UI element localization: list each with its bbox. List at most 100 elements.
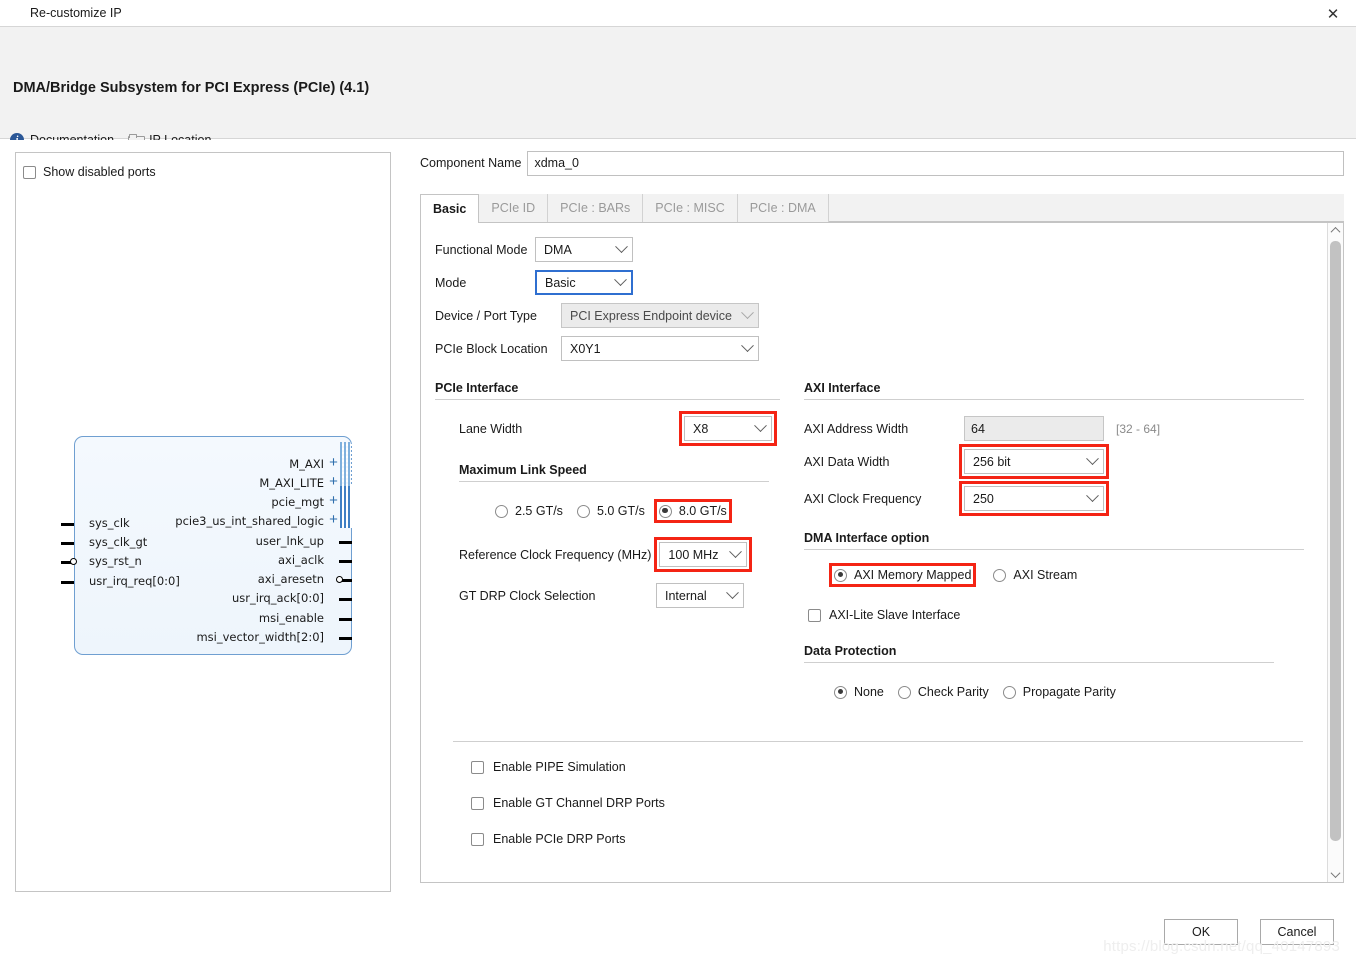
close-icon[interactable]: ✕ bbox=[1310, 0, 1356, 27]
port-label-usr-irq-req: usr_irq_req[0:0] bbox=[89, 574, 180, 588]
gt-drp-clock-label: GT DRP Clock Selection bbox=[459, 588, 596, 603]
radio-mark bbox=[993, 568, 1007, 582]
port-label-sys-clk: sys_clk bbox=[89, 516, 130, 530]
link-speed-option-8g0[interactable]: 8.0 GT/s bbox=[658, 504, 727, 518]
dialog-content: Show disabled ports sys_clk sys_clk_gt s… bbox=[0, 140, 1356, 965]
show-disabled-ports-checkbox[interactable]: Show disabled ports bbox=[23, 165, 156, 179]
show-disabled-ports-label: Show disabled ports bbox=[43, 165, 156, 179]
max-link-speed-section: Maximum Link Speed bbox=[459, 463, 769, 482]
axi-clock-freq-row: AXI Clock Frequency 250 bbox=[804, 481, 1304, 516]
window-title: Re-customize IP bbox=[30, 6, 122, 20]
tab-pcie-dma[interactable]: PCIe : DMA bbox=[737, 194, 829, 222]
link-speed-label-5g0: 5.0 GT/s bbox=[596, 504, 645, 518]
pcie-block-location-row: PCIe Block Location X0Y1 bbox=[435, 332, 1313, 365]
port-stub-usr-irq-req bbox=[61, 581, 74, 584]
pcie-interface-section: PCIe Interface Lane Width X8 Maximum Lin… bbox=[435, 381, 780, 699]
port-label-sys-clk-gt: sys_clk_gt bbox=[89, 535, 148, 549]
checkbox-box bbox=[23, 165, 36, 179]
chevron-down-icon bbox=[615, 240, 628, 254]
tab-bar: Basic PCIe ID PCIe : BARs PCIe : MISC PC… bbox=[420, 194, 1344, 223]
expand-plus-icon-shared-logic[interactable]: + bbox=[328, 512, 339, 527]
axi-address-width-label: AXI Address Width bbox=[804, 421, 909, 436]
mode-label: Mode bbox=[435, 275, 467, 290]
axi-address-width-input: 64 bbox=[964, 416, 1104, 441]
component-name-row: Component Name bbox=[420, 150, 1344, 176]
chevron-down-icon bbox=[614, 273, 627, 287]
axi-clock-freq-select[interactable]: 250 bbox=[964, 486, 1104, 511]
expand-plus-icon-m-axi[interactable]: + bbox=[328, 455, 339, 470]
axi-clock-freq-value: 250 bbox=[973, 491, 994, 506]
section-divider bbox=[804, 549, 1304, 550]
scroll-up-arrow-icon[interactable] bbox=[1328, 223, 1343, 238]
gt-drp-clock-value: Internal bbox=[665, 588, 707, 603]
functional-mode-select[interactable]: DMA bbox=[535, 237, 633, 262]
ref-clock-freq-label: Reference Clock Frequency (MHz) bbox=[459, 547, 652, 562]
axi-data-width-select[interactable]: 256 bit bbox=[964, 449, 1104, 474]
pcie-block-location-select[interactable]: X0Y1 bbox=[561, 336, 759, 361]
dma-interface-option-section: DMA Interface option bbox=[804, 531, 1304, 550]
scroll-down-arrow-icon[interactable] bbox=[1328, 867, 1343, 882]
axi-memory-mapped-highlight: AXI Memory Mapped bbox=[828, 563, 977, 587]
port-stub-sys-clk bbox=[61, 523, 74, 526]
checkbox-box bbox=[471, 832, 484, 846]
pcie-block-location-value: X0Y1 bbox=[570, 341, 601, 356]
gt-drp-clock-select[interactable]: Internal bbox=[656, 583, 744, 608]
axi-lite-slave-checkbox[interactable]: AXI-Lite Slave Interface bbox=[808, 608, 1304, 622]
tab-filler bbox=[828, 194, 1344, 222]
page-title: DMA/Bridge Subsystem for PCI Express (PC… bbox=[13, 80, 370, 96]
radio-mark bbox=[576, 504, 590, 518]
dma-interface-option-title: DMA Interface option bbox=[804, 531, 930, 545]
device-port-type-row: Device / Port Type PCI Express Endpoint … bbox=[435, 299, 1313, 332]
link-speed-label-8g0: 8.0 GT/s bbox=[678, 504, 727, 518]
tab-pcie-misc[interactable]: PCIe : MISC bbox=[643, 194, 738, 222]
expand-plus-icon-pcie-mgt[interactable]: + bbox=[328, 493, 339, 508]
component-name-input[interactable] bbox=[527, 150, 1344, 176]
mode-select[interactable]: Basic bbox=[535, 270, 633, 295]
axi-clock-freq-highlight: 250 bbox=[959, 481, 1109, 516]
data-protection-option-check-parity[interactable]: Check Parity bbox=[897, 685, 989, 699]
enable-gt-channel-drp-ports-checkbox[interactable]: Enable GT Channel DRP Ports bbox=[471, 796, 1303, 810]
device-port-type-select: PCI Express Endpoint device bbox=[561, 303, 759, 328]
expand-plus-icon-m-axi-lite[interactable]: + bbox=[328, 474, 339, 489]
vertical-scrollbar[interactable] bbox=[1327, 223, 1343, 882]
data-protection-label-propagate-parity: Propagate Parity bbox=[1022, 685, 1116, 699]
axi-address-width-range-hint: [32 - 64] bbox=[1116, 421, 1161, 436]
chevron-down-icon bbox=[726, 586, 739, 600]
dma-option-axi-stream[interactable]: AXI Stream bbox=[993, 568, 1077, 582]
chevron-down-icon bbox=[754, 419, 767, 433]
axi-lite-slave-label: AXI-Lite Slave Interface bbox=[829, 608, 961, 622]
functional-mode-label: Functional Mode bbox=[435, 242, 528, 257]
enable-pcie-drp-ports-checkbox[interactable]: Enable PCIe DRP Ports bbox=[471, 832, 1303, 846]
tab-pcie-id[interactable]: PCIe ID bbox=[479, 194, 549, 222]
port-label-msi-enable: msi_enable bbox=[258, 611, 324, 625]
port-label-user-lnk-up: user_lnk_up bbox=[255, 534, 324, 548]
enable-pipe-simulation-label: Enable PIPE Simulation bbox=[493, 760, 626, 774]
radio-mark-selected bbox=[834, 568, 847, 582]
link-speed-option-5g0[interactable]: 5.0 GT/s bbox=[576, 504, 645, 518]
enable-pipe-simulation-checkbox[interactable]: Enable PIPE Simulation bbox=[471, 760, 1303, 774]
basic-tab-panel: Functional Mode DMA Mode Basic Device / … bbox=[420, 223, 1344, 883]
link-speed-option-2g5[interactable]: 2.5 GT/s bbox=[495, 504, 563, 518]
lane-width-select[interactable]: X8 bbox=[684, 416, 772, 441]
port-label-msi-vector-width: msi_vector_width[2:0] bbox=[196, 630, 324, 644]
tab-pcie-bars[interactable]: PCIe : BARs bbox=[548, 194, 644, 222]
mode-row: Mode Basic bbox=[435, 266, 1313, 299]
data-protection-label-check-parity: Check Parity bbox=[917, 685, 989, 699]
chevron-down-icon bbox=[1086, 489, 1099, 503]
port-stub-usr-irq-ack bbox=[339, 598, 352, 601]
ref-clock-freq-row: Reference Clock Frequency (MHz) 100 MHz bbox=[459, 537, 780, 572]
tab-basic[interactable]: Basic bbox=[420, 194, 480, 223]
ref-clock-freq-select[interactable]: 100 MHz bbox=[659, 542, 748, 567]
axi-interface-title: AXI Interface bbox=[804, 381, 881, 395]
lane-width-row: Lane Width X8 bbox=[435, 411, 780, 446]
component-name-label: Component Name bbox=[420, 156, 522, 170]
port-stub-user-lnk-up bbox=[339, 541, 352, 544]
scrollbar-thumb[interactable] bbox=[1330, 241, 1341, 841]
data-protection-option-none[interactable]: None bbox=[834, 685, 884, 699]
max-link-speed-title: Maximum Link Speed bbox=[459, 463, 587, 477]
checkbox-box bbox=[471, 760, 484, 774]
dma-option-axi-memory-mapped[interactable]: AXI Memory Mapped bbox=[834, 568, 971, 582]
port-stub-msi-vector-width bbox=[339, 637, 352, 640]
chevron-down-icon bbox=[741, 339, 754, 353]
data-protection-option-propagate-parity[interactable]: Propagate Parity bbox=[1002, 685, 1116, 699]
